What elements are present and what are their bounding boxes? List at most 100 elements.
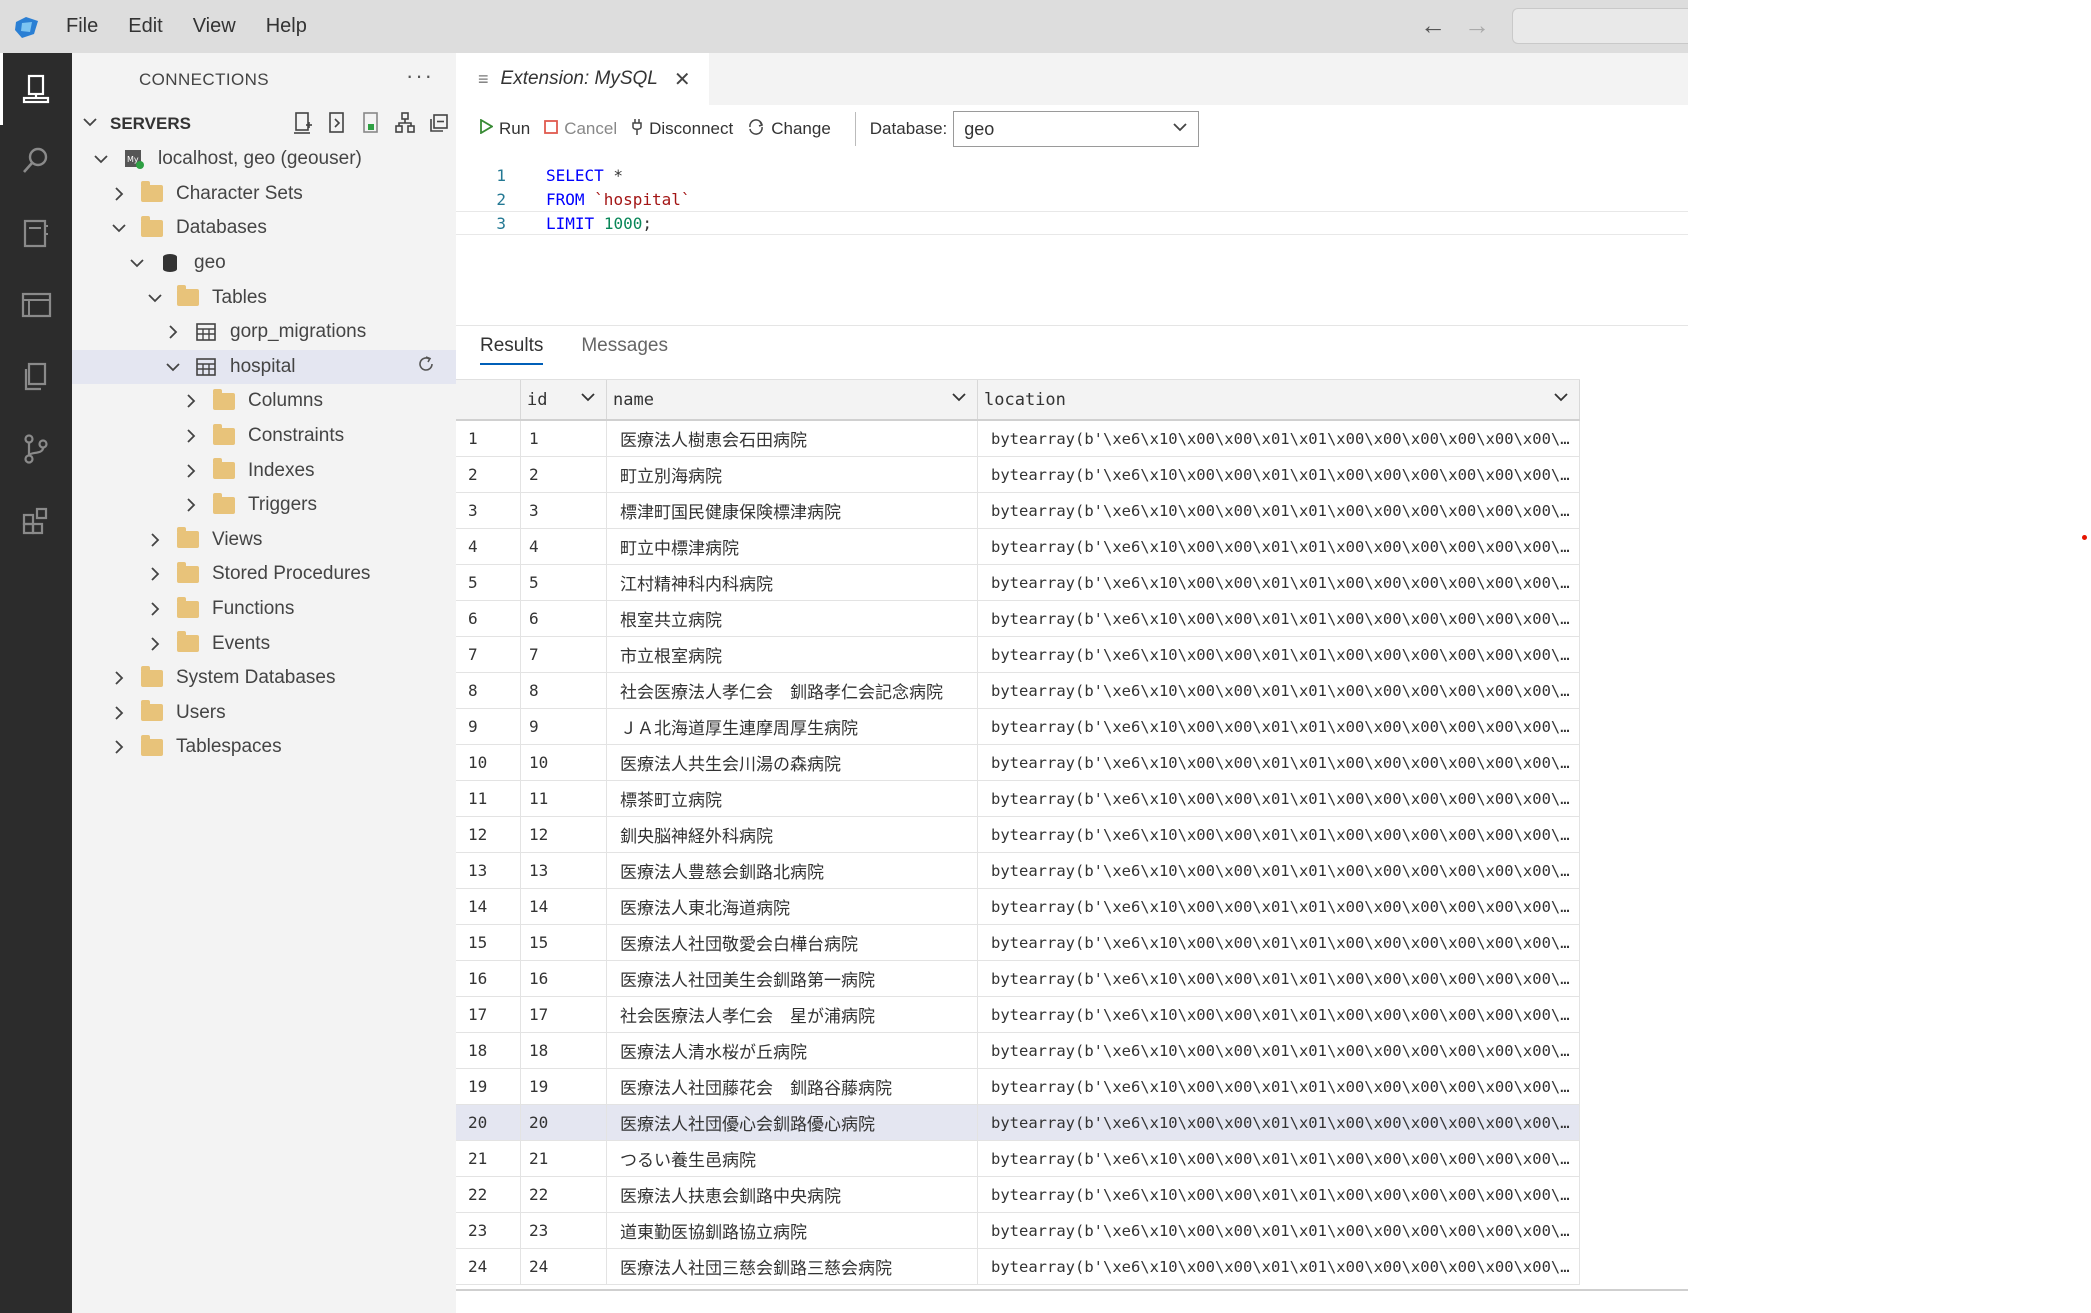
name-cell[interactable]: 釧央脳神経外科病院	[607, 817, 978, 852]
new-notebook-icon[interactable]	[360, 111, 382, 135]
tree-item[interactable]: Constraints	[72, 419, 456, 454]
chevron-down-icon[interactable]	[580, 389, 596, 410]
extensions-icon[interactable]	[0, 485, 72, 557]
id-cell[interactable]: 2	[521, 457, 607, 492]
change-connection-button[interactable]: Change	[747, 118, 831, 140]
menu-view[interactable]: View	[191, 11, 238, 42]
menu-file[interactable]: File	[64, 11, 100, 42]
dashboards-icon[interactable]	[0, 269, 72, 341]
table-row[interactable]: 16 16 医療法人社団美生会釧路第一病院 bytearray(b'\xe6\x10\…	[456, 961, 1580, 997]
row-number-cell[interactable]: 5	[456, 565, 521, 600]
tree-item[interactable]: Databases	[72, 211, 456, 246]
location-cell[interactable]: bytearray(b'\xe6\x10\x00\x00\x01\x01\x00…	[978, 961, 1580, 996]
name-cell[interactable]: 医療法人社団敬愛会白樺台病院	[607, 925, 978, 960]
id-cell[interactable]: 14	[521, 889, 607, 924]
tree-item[interactable]: Columns	[72, 384, 456, 419]
name-cell[interactable]: 医療法人社団藤花会 釧路谷藤病院	[607, 1069, 978, 1104]
tree-item[interactable]: Stored Procedures	[72, 557, 456, 592]
row-number-cell[interactable]: 12	[456, 817, 521, 852]
name-cell[interactable]: 標茶町立病院	[607, 781, 978, 816]
location-cell[interactable]: bytearray(b'\xe6\x10\x00\x00\x01\x01\x00…	[978, 565, 1580, 600]
id-cell[interactable]: 1	[521, 421, 607, 456]
row-number-cell[interactable]: 9	[456, 709, 521, 744]
notebooks-icon[interactable]	[0, 197, 72, 269]
chevron-right-icon[interactable]	[180, 425, 202, 447]
row-number-cell[interactable]: 3	[456, 493, 521, 528]
tree-item[interactable]: Character Sets	[72, 177, 456, 212]
chevron-right-icon[interactable]	[108, 183, 130, 205]
table-row[interactable]: 17 17 社会医療法人孝仁会 星が浦病院 bytearray(b'\xe6\x10\…	[456, 997, 1580, 1033]
id-cell[interactable]: 11	[521, 781, 607, 816]
name-cell[interactable]: 町立別海病院	[607, 457, 978, 492]
id-cell[interactable]: 21	[521, 1141, 607, 1176]
location-cell[interactable]: bytearray(b'\xe6\x10\x00\x00\x01\x01\x00…	[978, 601, 1580, 636]
name-cell[interactable]: 医療法人扶恵会釧路中央病院	[607, 1177, 978, 1212]
tree-item[interactable]: geo	[72, 246, 456, 281]
column-header-id[interactable]: id	[521, 380, 607, 419]
table-row[interactable]: 9 9 ＪＡ北海道厚生連摩周厚生病院 bytearray(b'\xe6\x10\x00…	[456, 709, 1580, 745]
tab-messages[interactable]: Messages	[581, 335, 668, 365]
chevron-right-icon[interactable]	[144, 633, 166, 655]
chevron-down-icon[interactable]	[108, 217, 130, 239]
location-cell[interactable]: bytearray(b'\xe6\x10\x00\x00\x01\x01\x00…	[978, 1105, 1580, 1140]
back-arrow-icon[interactable]: ←	[1420, 10, 1446, 41]
column-header-location[interactable]: location	[978, 380, 1580, 419]
location-cell[interactable]: bytearray(b'\xe6\x10\x00\x00\x01\x01\x00…	[978, 1033, 1580, 1068]
connections-icon[interactable]	[0, 53, 72, 125]
run-button[interactable]: Run	[480, 118, 530, 139]
chevron-down-icon[interactable]	[90, 148, 112, 170]
table-row[interactable]: 4 4 町立中標津病院 bytearray(b'\xe6\x10\x00\x00\x0…	[456, 529, 1580, 565]
name-cell[interactable]: ＪＡ北海道厚生連摩周厚生病院	[607, 709, 978, 744]
row-number-cell[interactable]: 17	[456, 997, 521, 1032]
location-cell[interactable]: bytearray(b'\xe6\x10\x00\x00\x01\x01\x00…	[978, 817, 1580, 852]
location-cell[interactable]: bytearray(b'\xe6\x10\x00\x00\x01\x01\x00…	[978, 493, 1580, 528]
name-cell[interactable]: 社会医療法人孝仁会 釧路孝仁会記念病院	[607, 673, 978, 708]
table-row[interactable]: 6 6 根室共立病院 bytearray(b'\xe6\x10\x00\x00\x01…	[456, 601, 1580, 637]
table-row[interactable]: 5 5 江村精神科内科病院 bytearray(b'\xe6\x10\x00\x00\…	[456, 565, 1580, 601]
name-cell[interactable]: 市立根室病院	[607, 637, 978, 672]
row-number-cell[interactable]: 22	[456, 1177, 521, 1212]
search-icon[interactable]	[0, 125, 72, 197]
table-row[interactable]: 8 8 社会医療法人孝仁会 釧路孝仁会記念病院 bytearray(b'\xe6\x1…	[456, 673, 1580, 709]
id-cell[interactable]: 16	[521, 961, 607, 996]
tree-item[interactable]: Indexes	[72, 453, 456, 488]
location-cell[interactable]: bytearray(b'\xe6\x10\x00\x00\x01\x01\x00…	[978, 1141, 1580, 1176]
name-cell[interactable]: 医療法人社団優心会釧路優心病院	[607, 1105, 978, 1140]
row-number-cell[interactable]: 23	[456, 1213, 521, 1248]
name-cell[interactable]: 医療法人社団三慈会釧路三慈会病院	[607, 1249, 978, 1284]
row-number-cell[interactable]: 7	[456, 637, 521, 672]
table-row[interactable]: 7 7 市立根室病院 bytearray(b'\xe6\x10\x00\x00\x01…	[456, 637, 1580, 673]
chevron-right-icon[interactable]	[180, 460, 202, 482]
table-row[interactable]: 12 12 釧央脳神経外科病院 bytearray(b'\xe6\x10\x00\x0…	[456, 817, 1580, 853]
row-number-cell[interactable]: 1	[456, 421, 521, 456]
id-cell[interactable]: 20	[521, 1105, 607, 1140]
chevron-down-icon[interactable]	[951, 389, 967, 410]
chevron-right-icon[interactable]	[108, 736, 130, 758]
table-row[interactable]: 11 11 標茶町立病院 bytearray(b'\xe6\x10\x00\x00\x…	[456, 781, 1580, 817]
row-number-cell[interactable]: 16	[456, 961, 521, 996]
location-cell[interactable]: bytearray(b'\xe6\x10\x00\x00\x01\x01\x00…	[978, 673, 1580, 708]
location-cell[interactable]: bytearray(b'\xe6\x10\x00\x00\x01\x01\x00…	[978, 421, 1580, 456]
name-cell[interactable]: つるい養生邑病院	[607, 1141, 978, 1176]
chevron-right-icon[interactable]	[144, 529, 166, 551]
location-cell[interactable]: bytearray(b'\xe6\x10\x00\x00\x01\x01\x00…	[978, 853, 1580, 888]
table-row[interactable]: 1 1 医療法人樹恵会石田病院 bytearray(b'\xe6\x10\x00\x0…	[456, 421, 1580, 457]
forward-arrow-icon[interactable]: →	[1464, 10, 1490, 41]
chevron-down-icon[interactable]	[1553, 389, 1569, 410]
tree-item[interactable]: Views	[72, 523, 456, 558]
id-cell[interactable]: 12	[521, 817, 607, 852]
table-row[interactable]: 15 15 医療法人社団敬愛会白樺台病院 bytearray(b'\xe6\x10\x…	[456, 925, 1580, 961]
tree-item[interactable]: gorp_migrations	[72, 315, 456, 350]
row-number-cell[interactable]: 2	[456, 457, 521, 492]
chevron-down-icon[interactable]	[162, 356, 184, 378]
id-cell[interactable]: 9	[521, 709, 607, 744]
close-icon[interactable]: ✕	[674, 67, 691, 92]
location-cell[interactable]: bytearray(b'\xe6\x10\x00\x00\x01\x01\x00…	[978, 637, 1580, 672]
table-row[interactable]: 22 22 医療法人扶恵会釧路中央病院 bytearray(b'\xe6\x10\x0…	[456, 1177, 1580, 1213]
database-select[interactable]: geo	[953, 111, 1200, 147]
table-row[interactable]: 23 23 道東勤医協釧路協立病院 bytearray(b'\xe6\x10\x00\…	[456, 1213, 1580, 1249]
name-cell[interactable]: 道東勤医協釧路協立病院	[607, 1213, 978, 1248]
command-center-search[interactable]	[1512, 8, 1688, 44]
code-line[interactable]: 2 FROM `hospital`	[456, 187, 1688, 211]
chevron-right-icon[interactable]	[180, 494, 202, 516]
